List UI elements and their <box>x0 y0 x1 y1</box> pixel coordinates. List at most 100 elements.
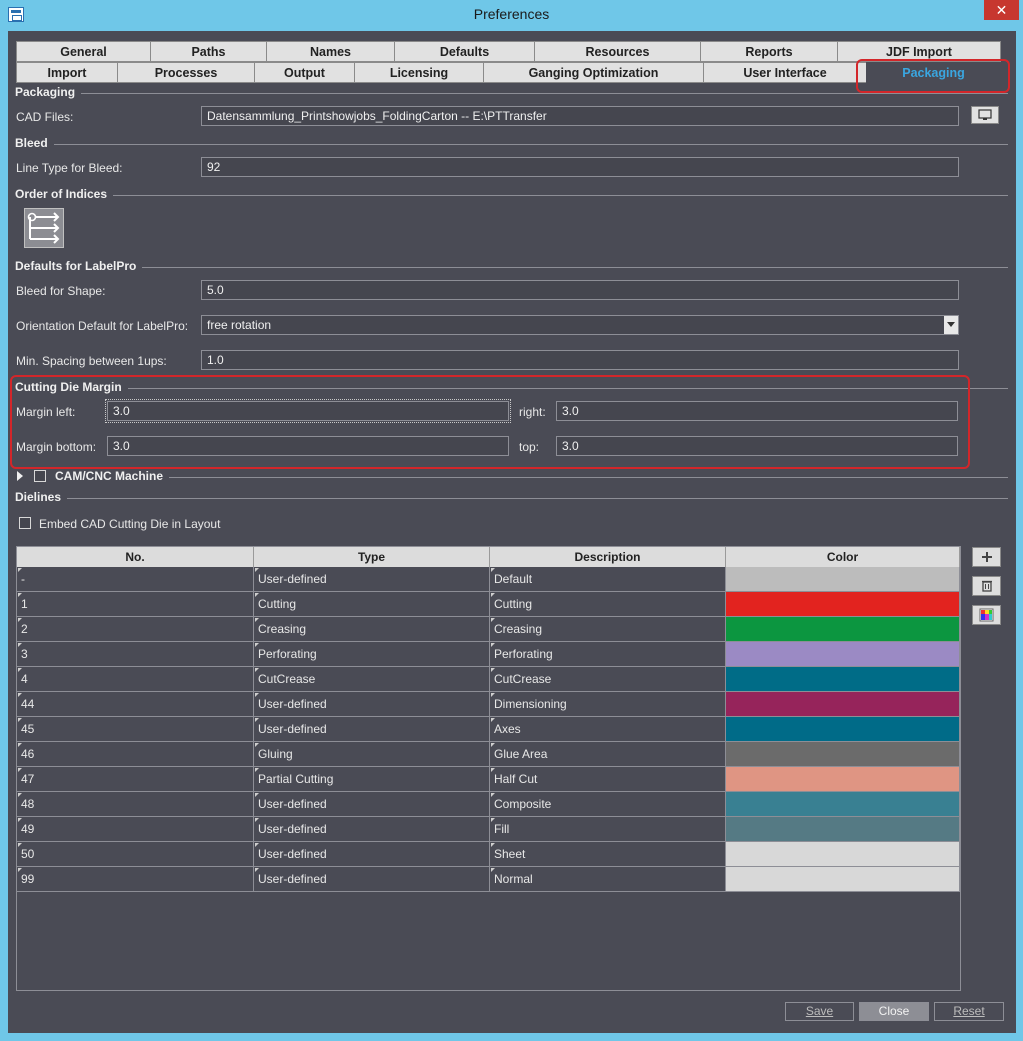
table-row[interactable]: 50 User-defined Sheet <box>17 842 960 867</box>
close-window-button[interactable]: ✕ <box>984 0 1019 20</box>
cell-no[interactable]: 99 <box>17 867 254 892</box>
cell-description[interactable]: Composite <box>490 792 726 817</box>
cad-files-field[interactable]: Datensammlung_Printshowjobs_FoldingCarto… <box>201 106 959 126</box>
cell-description[interactable]: Normal <box>490 867 726 892</box>
tab-processes[interactable]: Processes <box>117 62 255 83</box>
table-row[interactable]: 44 User-defined Dimensioning <box>17 692 960 717</box>
cell-color-swatch[interactable] <box>726 867 960 892</box>
cell-color-swatch[interactable] <box>726 567 960 592</box>
cell-color-swatch[interactable] <box>726 842 960 867</box>
cell-color-swatch[interactable] <box>726 792 960 817</box>
table-row[interactable]: 1 Cutting Cutting <box>17 592 960 617</box>
column-header-color[interactable]: Color <box>726 547 960 567</box>
cell-no[interactable]: 49 <box>17 817 254 842</box>
expand-triangle-icon[interactable] <box>17 471 23 481</box>
table-row[interactable]: 99 User-defined Normal <box>17 867 960 892</box>
orientation-select[interactable]: free rotation <box>201 315 959 335</box>
tab-user-interface[interactable]: User Interface <box>703 62 867 83</box>
cell-color-swatch[interactable] <box>726 592 960 617</box>
tab-paths[interactable]: Paths <box>150 41 267 62</box>
cell-type[interactable]: CutCrease <box>254 667 490 692</box>
column-header-description[interactable]: Description <box>490 547 726 567</box>
cell-type[interactable]: Cutting <box>254 592 490 617</box>
save-button[interactable]: Save <box>785 1002 854 1021</box>
cell-type[interactable]: Creasing <box>254 617 490 642</box>
bleed-shape-field[interactable]: 5.0 <box>201 280 959 300</box>
cell-color-swatch[interactable] <box>726 742 960 767</box>
cell-description[interactable]: Axes <box>490 717 726 742</box>
cell-type[interactable]: User-defined <box>254 842 490 867</box>
cell-no[interactable]: 2 <box>17 617 254 642</box>
cell-type[interactable]: Partial Cutting <box>254 767 490 792</box>
cell-color-swatch[interactable] <box>726 817 960 842</box>
cell-description[interactable]: Dimensioning <box>490 692 726 717</box>
cell-color-swatch[interactable] <box>726 667 960 692</box>
column-header-no[interactable]: No. <box>17 547 254 567</box>
title-bar[interactable]: Preferences ✕ <box>0 0 1023 30</box>
cell-no[interactable]: 45 <box>17 717 254 742</box>
cell-no[interactable]: 44 <box>17 692 254 717</box>
table-row[interactable]: 49 User-defined Fill <box>17 817 960 842</box>
table-row[interactable]: - User-defined Default <box>17 567 960 592</box>
min-spacing-field[interactable]: 1.0 <box>201 350 959 370</box>
embed-cad-checkbox[interactable] <box>19 517 31 529</box>
tab-output[interactable]: Output <box>254 62 355 83</box>
cell-type[interactable]: Gluing <box>254 742 490 767</box>
cell-description[interactable]: CutCrease <box>490 667 726 692</box>
tab-general[interactable]: General <box>16 41 151 62</box>
cell-type[interactable]: Perforating <box>254 642 490 667</box>
cell-description[interactable]: Creasing <box>490 617 726 642</box>
tab-import[interactable]: Import <box>16 62 118 83</box>
tab-resources[interactable]: Resources <box>534 41 701 62</box>
cell-type[interactable]: User-defined <box>254 692 490 717</box>
column-header-type[interactable]: Type <box>254 547 490 567</box>
cell-description[interactable]: Sheet <box>490 842 726 867</box>
cell-color-swatch[interactable] <box>726 617 960 642</box>
cell-type[interactable]: User-defined <box>254 717 490 742</box>
tab-ganging-optimization[interactable]: Ganging Optimization <box>483 62 704 83</box>
table-row[interactable]: 46 Gluing Glue Area <box>17 742 960 767</box>
cell-no[interactable]: 47 <box>17 767 254 792</box>
cell-no[interactable]: 48 <box>17 792 254 817</box>
cell-color-swatch[interactable] <box>726 767 960 792</box>
cell-description[interactable]: Fill <box>490 817 726 842</box>
cell-description[interactable]: Half Cut <box>490 767 726 792</box>
cell-type[interactable]: User-defined <box>254 567 490 592</box>
cad-files-browse-button[interactable] <box>971 106 999 124</box>
tab-defaults[interactable]: Defaults <box>394 41 535 62</box>
color-picker-button[interactable] <box>972 605 1001 625</box>
cell-type[interactable]: User-defined <box>254 817 490 842</box>
cell-no[interactable]: - <box>17 567 254 592</box>
reset-button[interactable]: Reset <box>934 1002 1004 1021</box>
cell-color-swatch[interactable] <box>726 717 960 742</box>
cell-description[interactable]: Glue Area <box>490 742 726 767</box>
line-type-field[interactable]: 92 <box>201 157 959 177</box>
order-list-icon[interactable] <box>24 208 64 248</box>
tab-reports[interactable]: Reports <box>700 41 838 62</box>
cell-no[interactable]: 46 <box>17 742 254 767</box>
tab-names[interactable]: Names <box>266 41 395 62</box>
table-row[interactable]: 47 Partial Cutting Half Cut <box>17 767 960 792</box>
cell-type[interactable]: User-defined <box>254 792 490 817</box>
chevron-down-icon[interactable] <box>944 316 958 334</box>
cell-no[interactable]: 1 <box>17 592 254 617</box>
cell-no[interactable]: 4 <box>17 667 254 692</box>
cell-type[interactable]: User-defined <box>254 867 490 892</box>
cell-description[interactable]: Cutting <box>490 592 726 617</box>
table-row[interactable]: 48 User-defined Composite <box>17 792 960 817</box>
cell-description[interactable]: Default <box>490 567 726 592</box>
cam-checkbox[interactable] <box>34 470 46 482</box>
cell-description[interactable]: Perforating <box>490 642 726 667</box>
cell-color-swatch[interactable] <box>726 642 960 667</box>
table-row[interactable]: 45 User-defined Axes <box>17 717 960 742</box>
cell-color-swatch[interactable] <box>726 692 960 717</box>
table-row[interactable]: 4 CutCrease CutCrease <box>17 667 960 692</box>
add-row-button[interactable] <box>972 547 1001 567</box>
tab-licensing[interactable]: Licensing <box>354 62 484 83</box>
delete-row-button[interactable] <box>972 576 1001 596</box>
close-button[interactable]: Close <box>859 1002 929 1021</box>
table-row[interactable]: 2 Creasing Creasing <box>17 617 960 642</box>
cell-no[interactable]: 50 <box>17 842 254 867</box>
table-row[interactable]: 3 Perforating Perforating <box>17 642 960 667</box>
cell-no[interactable]: 3 <box>17 642 254 667</box>
